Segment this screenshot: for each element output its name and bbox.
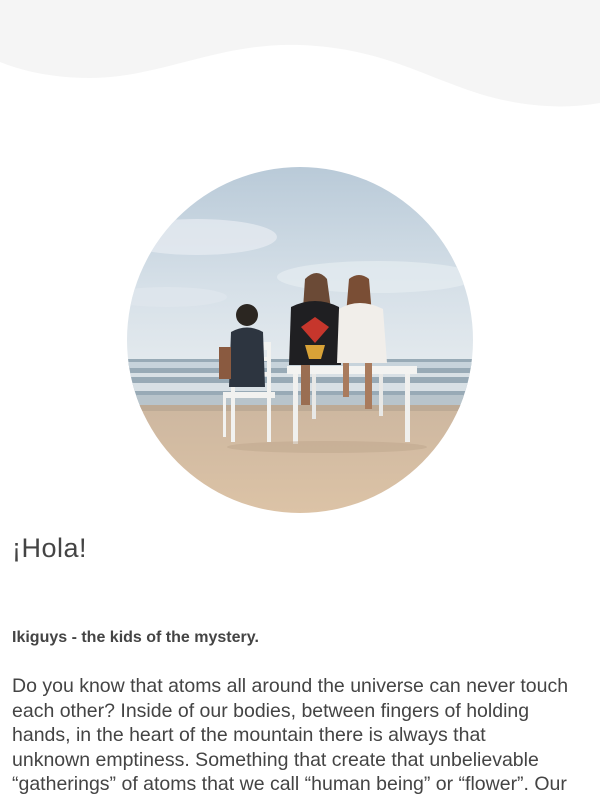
body-line: each other? Inside of our bodies, betwee…: [12, 699, 530, 722]
top-wave-decoration: [0, 0, 600, 107]
beach-photo-image: [127, 167, 473, 513]
body-line: unknown emptiness. Something that create…: [12, 748, 539, 771]
hero-photo: [127, 167, 473, 513]
greeting-heading: ¡Hola!: [12, 533, 88, 563]
body-line: Do you know that atoms all around the un…: [12, 675, 569, 697]
body-line: hands, in the heart of the mountain ther…: [12, 724, 486, 746]
subtitle-text: Ikiguys - the kids of the mystery.: [12, 629, 259, 646]
body-line: “gatherings” of atoms that we call “huma…: [12, 773, 567, 795]
body-paragraph: Do you know that atoms all around the un…: [12, 674, 592, 797]
page: ¡Hola! Ikiguys - the kids of the mystery…: [0, 0, 600, 800]
